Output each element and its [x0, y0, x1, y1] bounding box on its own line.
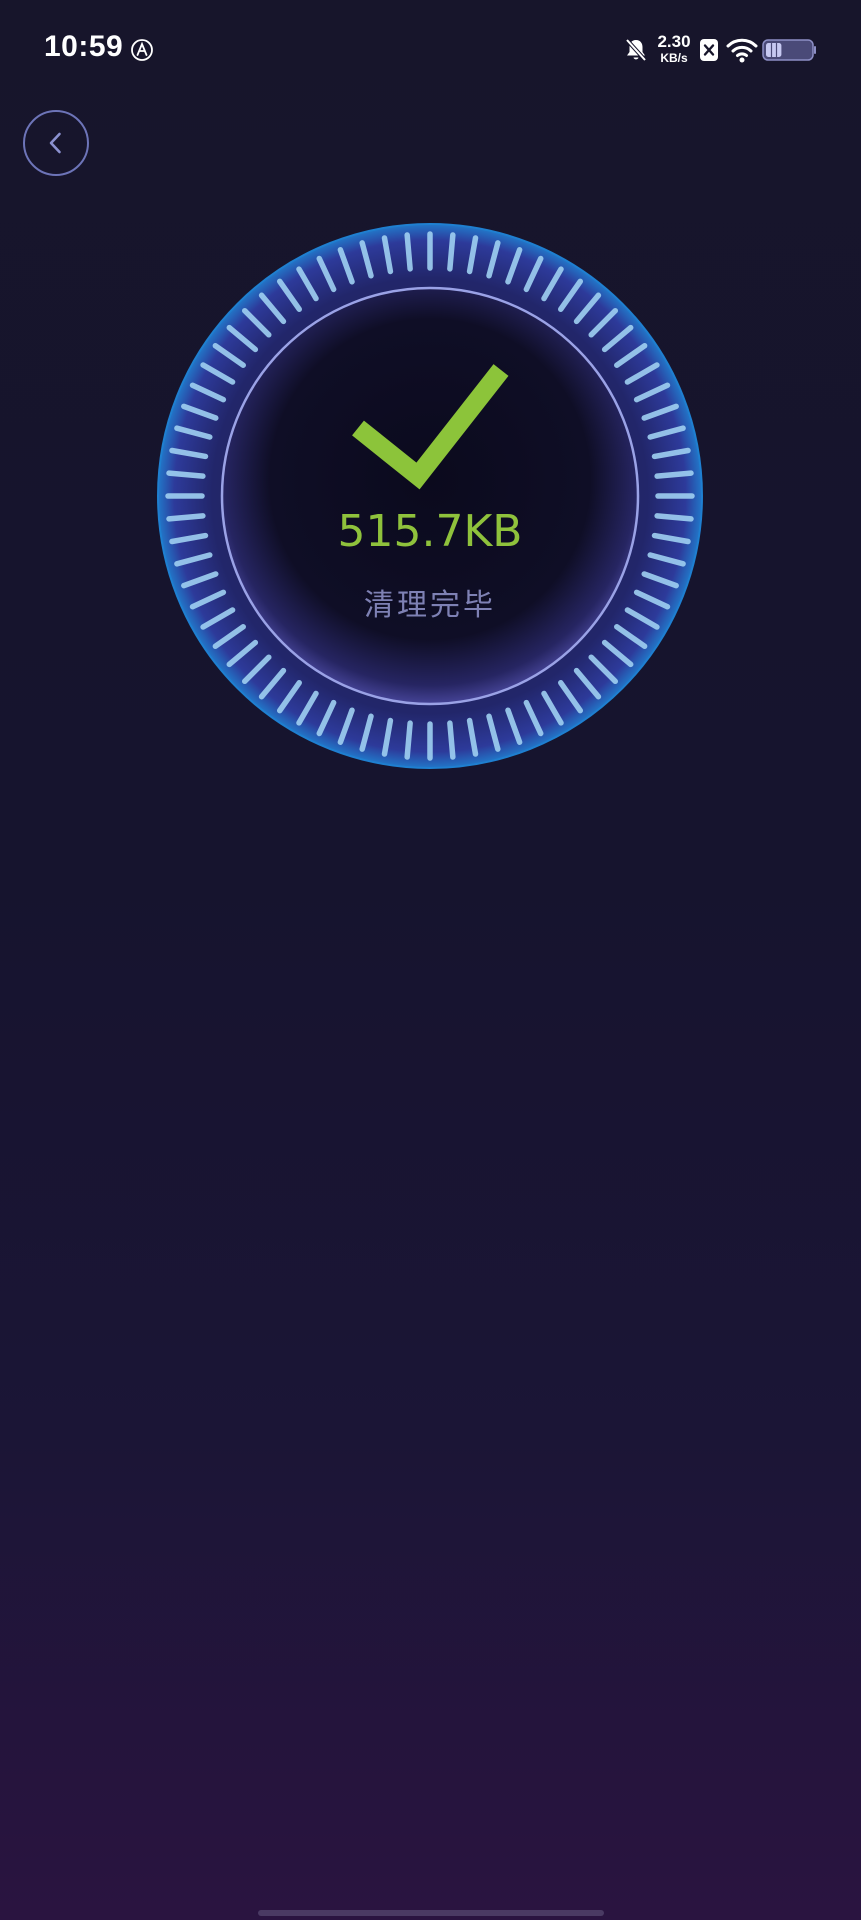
- status-time: 10:59: [44, 30, 124, 63]
- wifi-icon: [726, 38, 758, 63]
- x-app-icon: [700, 39, 718, 61]
- dial-inner-disc: [220, 286, 640, 706]
- back-button[interactable]: [23, 110, 89, 176]
- battery-icon: [762, 39, 816, 61]
- dial-tick: [166, 470, 206, 479]
- status-bar: 10:59 2.30 KB/s: [0, 0, 861, 100]
- clean-result-dial: [156, 222, 704, 770]
- dial-tick: [654, 470, 694, 479]
- network-speed-value: 2.30: [657, 32, 691, 51]
- dial-tick: [447, 232, 456, 272]
- dial-tick: [166, 513, 206, 522]
- auto-icon: [131, 39, 153, 61]
- dial-tick: [404, 720, 413, 760]
- network-speed: 2.30 KB/s: [654, 33, 694, 64]
- clean-status-text: 清理完毕: [364, 588, 496, 623]
- dial-tick: [404, 232, 413, 272]
- network-speed-unit: KB/s: [660, 51, 688, 65]
- home-indicator[interactable]: [258, 1910, 604, 1916]
- dial-tick: [447, 720, 456, 760]
- bell-off-icon: [625, 38, 647, 62]
- dial-tick: [654, 513, 694, 522]
- chevron-left-icon: [49, 132, 61, 154]
- cleaned-size: 515.7KB: [337, 506, 523, 557]
